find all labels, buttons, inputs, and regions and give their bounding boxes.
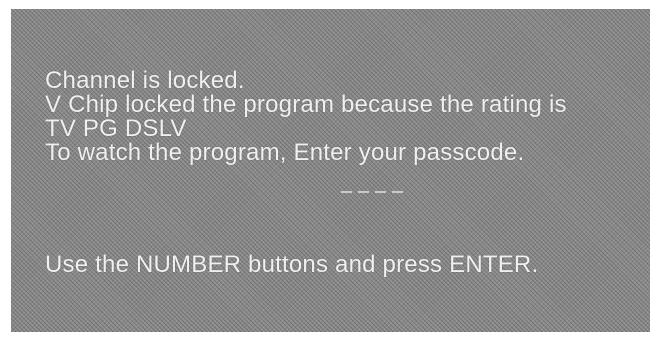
passcode-digit-slot <box>358 191 369 193</box>
passcode-digit-slot <box>341 191 352 193</box>
passcode-digit-slot <box>392 191 403 193</box>
passcode-digit-slot <box>375 191 386 193</box>
passcode-field[interactable] <box>341 191 403 193</box>
enter-passcode-prompt: To watch the program, Enter your passcod… <box>45 139 525 166</box>
rating-text: TV PG DSLV <box>45 115 187 142</box>
vchip-lock-screen: Channel is locked. V Chip locked the pro… <box>11 9 650 332</box>
vchip-reason-text: V Chip locked the program because the ra… <box>45 91 567 118</box>
channel-locked-text: Channel is locked. <box>45 67 245 94</box>
instruction-text: Use the NUMBER buttons and press ENTER. <box>45 251 539 278</box>
